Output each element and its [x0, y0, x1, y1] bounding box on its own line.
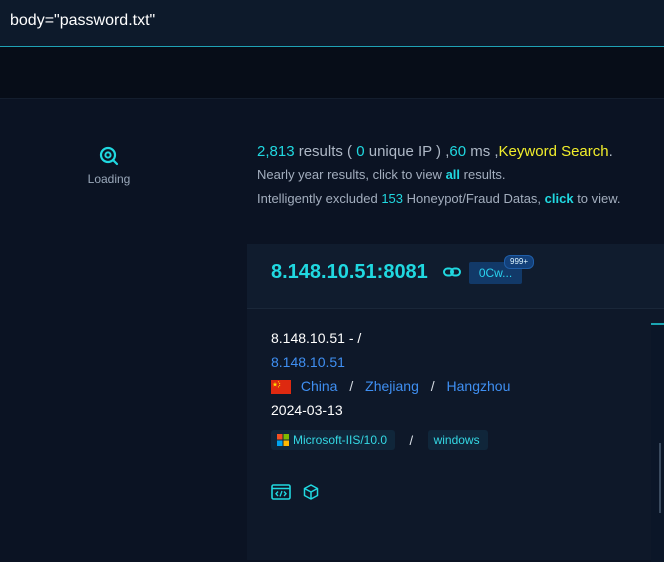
location-separator: /	[430, 378, 435, 394]
results-word: results (	[294, 143, 357, 160]
unique-ip-word: unique IP ) ,	[364, 143, 450, 160]
server-tag[interactable]: Microsoft-IIS/10.0	[271, 430, 396, 450]
results-summary: 2,813 results ( 0 unique IP ) ,60 ms ,Ke…	[257, 141, 662, 211]
results-count: 2,813	[257, 143, 295, 160]
excluded-count: 153	[381, 191, 404, 206]
location: China / Zhejiang / Hangzhou	[271, 374, 510, 398]
ip-link[interactable]: 8.148.10.51	[271, 354, 345, 370]
excluded-text: Intelligently excluded	[257, 191, 382, 206]
results-count-line: 2,813 results ( 0 unique IP ) ,60 ms ,Ke…	[257, 141, 662, 163]
city-link[interactable]: Hangzhou	[447, 378, 511, 394]
microsoft-logo-icon	[277, 434, 289, 446]
cube-icon[interactable]	[303, 484, 319, 505]
flag-china-icon	[271, 380, 291, 395]
excluded-mid: Honeypot/Fraud Datas,	[403, 191, 545, 206]
filter-toolbar	[0, 47, 664, 99]
card-actions	[271, 484, 327, 505]
search-input[interactable]	[10, 9, 650, 33]
search-loading-icon	[99, 146, 119, 166]
excluded-suffix: to view.	[573, 191, 621, 206]
view-excluded-link[interactable]: click	[545, 191, 574, 206]
search-mode: Keyword Search	[498, 143, 609, 160]
host-link[interactable]: 8.148.10.51:8081	[271, 261, 428, 284]
server-tag-label: Microsoft-IIS/10.0	[293, 433, 388, 447]
search-bar	[0, 0, 664, 47]
result-info: 8.148.10.51 - / 8.148.10.51 China / Zhej…	[271, 326, 510, 422]
location-separator: /	[349, 378, 354, 394]
os-tag[interactable]: windows	[427, 430, 488, 450]
country-link[interactable]: China	[301, 378, 338, 394]
product-tags: Microsoft-IIS/10.0 / windows	[271, 430, 488, 450]
excluded-line: Intelligently excluded 153 Honeypot/Frau…	[257, 187, 662, 211]
result-card: 8.148.10.51:8081 0Cw... 999+ 8.148.10.51…	[247, 244, 664, 562]
tag-count-badge: 999+	[504, 255, 535, 269]
year-results-suffix: results.	[460, 167, 506, 182]
loading-indicator: Loading	[82, 146, 136, 186]
detail-side-panel[interactable]	[651, 323, 664, 562]
province-link[interactable]: Zhejiang	[365, 378, 419, 394]
unique-ip-count: 0	[356, 143, 365, 160]
year-results-text: Nearly year results, click to view	[257, 167, 446, 182]
scan-date: 2024-03-13	[271, 402, 343, 418]
tag-separator: /	[409, 432, 414, 448]
loading-label: Loading	[87, 172, 131, 186]
view-all-link[interactable]: all	[446, 167, 460, 182]
elapsed-ms: 60	[449, 143, 467, 160]
page-title: 8.148.10.51 - /	[271, 330, 362, 346]
side-panel-scroll[interactable]	[659, 443, 661, 513]
link-icon[interactable]	[443, 267, 461, 277]
year-results-line: Nearly year results, click to view all r…	[257, 163, 662, 187]
result-card-header: 8.148.10.51:8081 0Cw... 999+	[247, 244, 664, 309]
ms-word: ms ,	[466, 143, 499, 160]
summary-period: .	[608, 143, 613, 160]
code-icon[interactable]	[271, 484, 291, 505]
